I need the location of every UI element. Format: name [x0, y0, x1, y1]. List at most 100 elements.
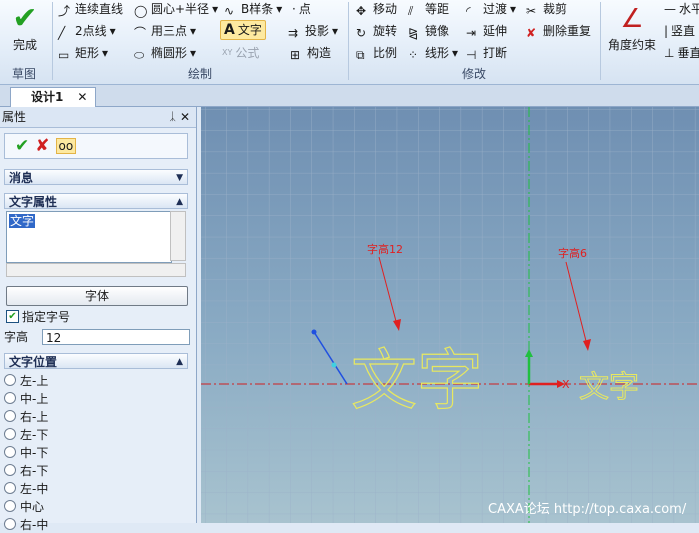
canvas-drawing: X 文字 文字 字高12 字高6	[201, 107, 699, 523]
radio-circle-icon	[4, 392, 16, 404]
equidistant-button[interactable]: ⫽ 等距	[408, 0, 449, 18]
vertical-constraint-button[interactable]: | 竖直	[664, 22, 695, 40]
grid	[201, 107, 699, 523]
dropdown-arrow-icon: ▾	[212, 2, 219, 16]
rectangle-button[interactable]: ▭ 矩形 ▾	[58, 44, 108, 62]
radio-bottom-center[interactable]: 中-下	[4, 443, 188, 461]
section-text-properties[interactable]: 文字属性 ▲	[4, 193, 188, 209]
scale-button[interactable]: ⧉ 比例	[356, 44, 397, 62]
transition-button[interactable]: ◜ 过渡 ▾	[466, 0, 516, 18]
midpoint-handle[interactable]	[331, 362, 337, 368]
offset-icon: ⫽	[408, 4, 414, 18]
break-icon: ⊣	[466, 48, 477, 62]
group-divider	[348, 2, 349, 80]
endpoint-handle[interactable]	[311, 329, 317, 335]
horizontal-scrollbar[interactable]	[6, 263, 186, 277]
close-icon[interactable]: ✕	[180, 107, 190, 127]
section-hint[interactable]: 消息 ▼	[4, 169, 188, 185]
horizontal-icon: —	[664, 2, 676, 16]
circle-icon: ◯	[134, 4, 148, 18]
linear-pattern-button[interactable]: ⁘ 线形 ▾	[408, 44, 458, 62]
dropdown-arrow-icon: ▾	[452, 46, 459, 60]
perpendicular-constraint-button[interactable]: ⊥ 垂直	[664, 44, 699, 62]
group-divider	[600, 2, 601, 80]
vertical-icon: |	[664, 24, 669, 38]
fillet-icon: ◜	[466, 4, 471, 18]
properties-panel: 属性 ᛣ ✕ ✔ ✘ oo 消息 ▼ 文字属性 ▲ 文字 字体 ✔ 指定字号 字高 …	[0, 107, 197, 532]
dropdown-arrow-icon: ▾	[190, 46, 197, 60]
chevron-down-icon: ▼	[176, 173, 183, 183]
dropdown-arrow-icon: ▾	[332, 24, 339, 38]
mirror-icon: ⧎	[408, 26, 419, 40]
ok-icon[interactable]: ✔	[15, 136, 29, 156]
continuous-line-button[interactable]: ⤴ 连续直线	[58, 0, 123, 18]
vertical-scrollbar[interactable]	[170, 211, 186, 261]
checkbox-checked-icon[interactable]: ✔	[6, 310, 19, 323]
x-axis-label: X	[562, 378, 570, 391]
radio-circle-icon	[4, 374, 16, 386]
close-icon[interactable]: ✕	[77, 88, 87, 107]
projection-button[interactable]: ⇉ 投影 ▾	[288, 22, 338, 40]
radio-bottom-left[interactable]: 左-下	[4, 425, 188, 443]
ribbon: ✔ 完成 草图 ⤴ 连续直线 ◯ 圆心+半径 ▾ ∿ B样条 ▾ · 点 ╱ 2点线 ▾ ⌒ 用三…	[0, 0, 699, 85]
ellipse-button[interactable]: ⬭ 椭圆形 ▾	[134, 44, 196, 62]
construct-button[interactable]: ⊞ 构造	[290, 44, 331, 62]
three-point-button[interactable]: ⌒ 用三点 ▾	[134, 22, 196, 40]
two-point-line-button[interactable]: ╱ 2点线 ▾	[58, 22, 116, 40]
angle-icon: ∠	[620, 4, 644, 34]
radio-center[interactable]: 中心	[4, 497, 188, 515]
rotate-button[interactable]: ↻ 旋转	[356, 22, 397, 40]
small-text-outline[interactable]: 文字	[579, 370, 640, 406]
radio-middle-left[interactable]: 左-中	[4, 479, 188, 497]
radio-bottom-right[interactable]: 右-下	[4, 461, 188, 479]
chevron-up-icon: ▲	[176, 197, 183, 207]
angle-constraint-button[interactable]: ∠ 角度约束	[604, 2, 660, 62]
annotation-height-6: 字高6	[558, 246, 587, 260]
bspline-button[interactable]: ∿ B样条 ▾	[224, 0, 282, 18]
section-text-position[interactable]: 文字位置 ▲	[4, 353, 188, 369]
radio-circle-icon	[4, 500, 16, 512]
group-divider	[52, 2, 53, 80]
delete-duplicate-button[interactable]: ✘ 删除重复	[526, 22, 591, 40]
panel-header: 属性 ᛣ ✕	[0, 107, 196, 128]
perpendicular-icon: ⊥	[664, 46, 675, 60]
text-button[interactable]: A 文字	[220, 20, 266, 40]
extend-button[interactable]: ⇥ 延伸	[466, 22, 507, 40]
done-button[interactable]: ✔ 完成	[4, 2, 46, 62]
text-content-field[interactable]: 文字	[6, 211, 172, 263]
horizontal-constraint-button[interactable]: — 水平	[664, 0, 699, 18]
radio-top-center[interactable]: 中-上	[4, 389, 188, 407]
sketch-canvas[interactable]: X 文字 文字 字高12 字高6	[201, 107, 699, 523]
preview-glasses-icon[interactable]: oo	[55, 138, 77, 154]
polyline-icon: ⤴	[58, 4, 71, 18]
tab-design1[interactable]: 设计1 ✕	[10, 87, 97, 107]
dropdown-arrow-icon: ▾	[510, 2, 517, 16]
height-input[interactable]: 12	[42, 328, 191, 345]
rotate-icon: ↻	[356, 26, 367, 40]
move-icon: ✥	[356, 4, 367, 18]
dropdown-arrow-icon: ▾	[109, 24, 116, 38]
pattern-icon: ⁘	[408, 48, 419, 62]
pin-icon[interactable]: ᛣ	[169, 107, 176, 127]
trim-button[interactable]: ✂ 裁剪	[526, 0, 567, 18]
ellipse-icon: ⬭	[134, 48, 145, 62]
radio-top-left[interactable]: 左-上	[4, 371, 188, 389]
formula-button[interactable]: XY 公式	[222, 44, 259, 62]
scale-icon: ⧉	[356, 48, 365, 62]
delete-icon: ✘	[526, 26, 537, 40]
construct-icon: ⊞	[290, 48, 301, 62]
large-text-outline[interactable]: 文字	[350, 341, 483, 419]
move-button[interactable]: ✥ 移动	[356, 0, 397, 18]
specify-size-checkbox-row[interactable]: ✔ 指定字号	[6, 308, 70, 325]
center-radius-button[interactable]: ◯ 圆心+半径 ▾	[134, 0, 218, 18]
point-button[interactable]: · 点	[292, 0, 311, 18]
radio-middle-right[interactable]: 右-中	[4, 515, 188, 533]
line-icon: ╱	[58, 26, 66, 40]
radio-top-right[interactable]: 右-上	[4, 407, 188, 425]
radio-circle-icon	[4, 428, 16, 440]
extend-icon: ⇥	[466, 26, 477, 40]
mirror-button[interactable]: ⧎ 镜像	[408, 22, 449, 40]
cancel-icon[interactable]: ✘	[35, 136, 49, 156]
font-button[interactable]: 字体	[6, 286, 188, 306]
break-button[interactable]: ⊣ 打断	[466, 44, 507, 62]
